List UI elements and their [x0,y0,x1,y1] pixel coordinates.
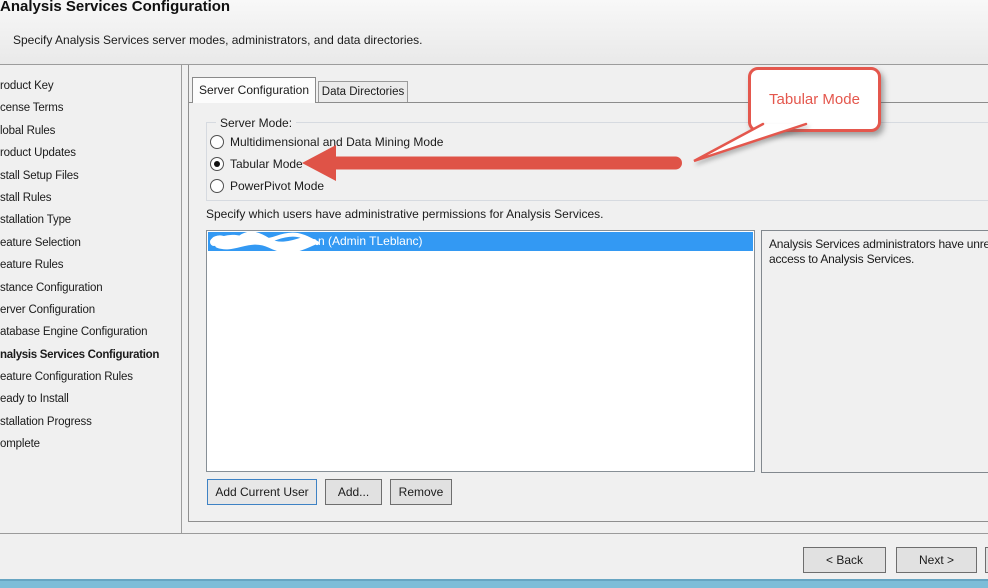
sidebar-item: atabase Engine Configuration [0,326,148,339]
sidebar-item: eature Configuration Rules [0,371,133,384]
radio-option[interactable]: Tabular Mode [210,156,443,171]
administrators-instruction: Specify which users have administrative … [206,207,604,221]
radio-unselected-icon[interactable] [210,178,224,193]
radio-option[interactable]: PowerPivot Mode [210,178,443,193]
setup-wizard-window: Analysis Services Configuration Specify … [0,0,988,588]
steps-sidebar: roduct Key cense Terms lobal Rules roduct U… [0,65,182,533]
sidebar-item: eady to Install [0,393,69,406]
radio-unselected-icon[interactable] [210,134,224,149]
next-button[interactable]: Next > [896,547,977,573]
tab-server-configuration[interactable]: Server Configuration [192,77,316,103]
server-mode-options: Multidimensional and Data Mining Mode Tab… [210,134,443,193]
list-item-user[interactable]: CP n (Admin TLeblanc) [208,232,753,251]
sidebar-item: stall Rules [0,191,52,204]
radio-option-label: Tabular Mode [230,156,303,171]
radio-option[interactable]: Multidimensional and Data Mining Mode [210,134,443,149]
footer-divider [0,533,988,534]
sidebar-item: omplete [0,438,40,451]
window-bottom-strip [0,579,988,588]
tabular-mode-callout: Tabular Mode [748,67,881,132]
sidebar-item: roduct Updates [0,147,76,160]
user-name-suffix: n (Admin TLeblanc) [318,234,423,248]
note-line: Analysis Services administrators have un… [769,237,988,251]
remove-button[interactable]: Remove [390,479,452,505]
sidebar-item: cense Terms [0,102,64,115]
note-line: access to Analysis Services. [769,252,915,266]
administrators-list[interactable]: CP n (Admin TLeblanc) [206,230,755,472]
sidebar-item: erver Configuration [0,303,95,316]
sidebar-item: roduct Key [0,80,54,92]
redaction-scribble-icon [210,232,319,251]
sidebar-item: eature Selection [0,236,81,249]
sidebar-item: nalysis Services Configuration [0,348,160,361]
radio-selected-icon[interactable] [210,156,224,171]
page-header: Analysis Services Configuration Specify … [0,0,988,65]
add-current-user-button[interactable]: Add Current User [207,479,317,505]
sidebar-item: stallation Progress [0,415,92,428]
sidebar-item: eature Rules [0,259,64,272]
add-button[interactable]: Add... [325,479,382,505]
server-mode-legend: Server Mode: [216,116,297,130]
administrators-note-panel: Analysis Services administrators have un… [761,230,988,473]
sidebar-item: stance Configuration [0,281,103,294]
sidebar-item: stall Setup Files [0,169,79,182]
tab-data-directories[interactable]: Data Directories [318,81,408,102]
radio-option-label: PowerPivot Mode [230,178,325,193]
callout-label: Tabular Mode [769,91,860,108]
sidebar-item: lobal Rules [0,124,56,137]
sidebar-item: stallation Type [0,214,72,227]
page-title: Analysis Services Configuration [0,0,231,15]
back-button[interactable]: < Back [803,547,886,573]
page-subtitle: Specify Analysis Services server modes, … [13,33,423,47]
radio-option-label: Multidimensional and Data Mining Mode [230,134,444,149]
